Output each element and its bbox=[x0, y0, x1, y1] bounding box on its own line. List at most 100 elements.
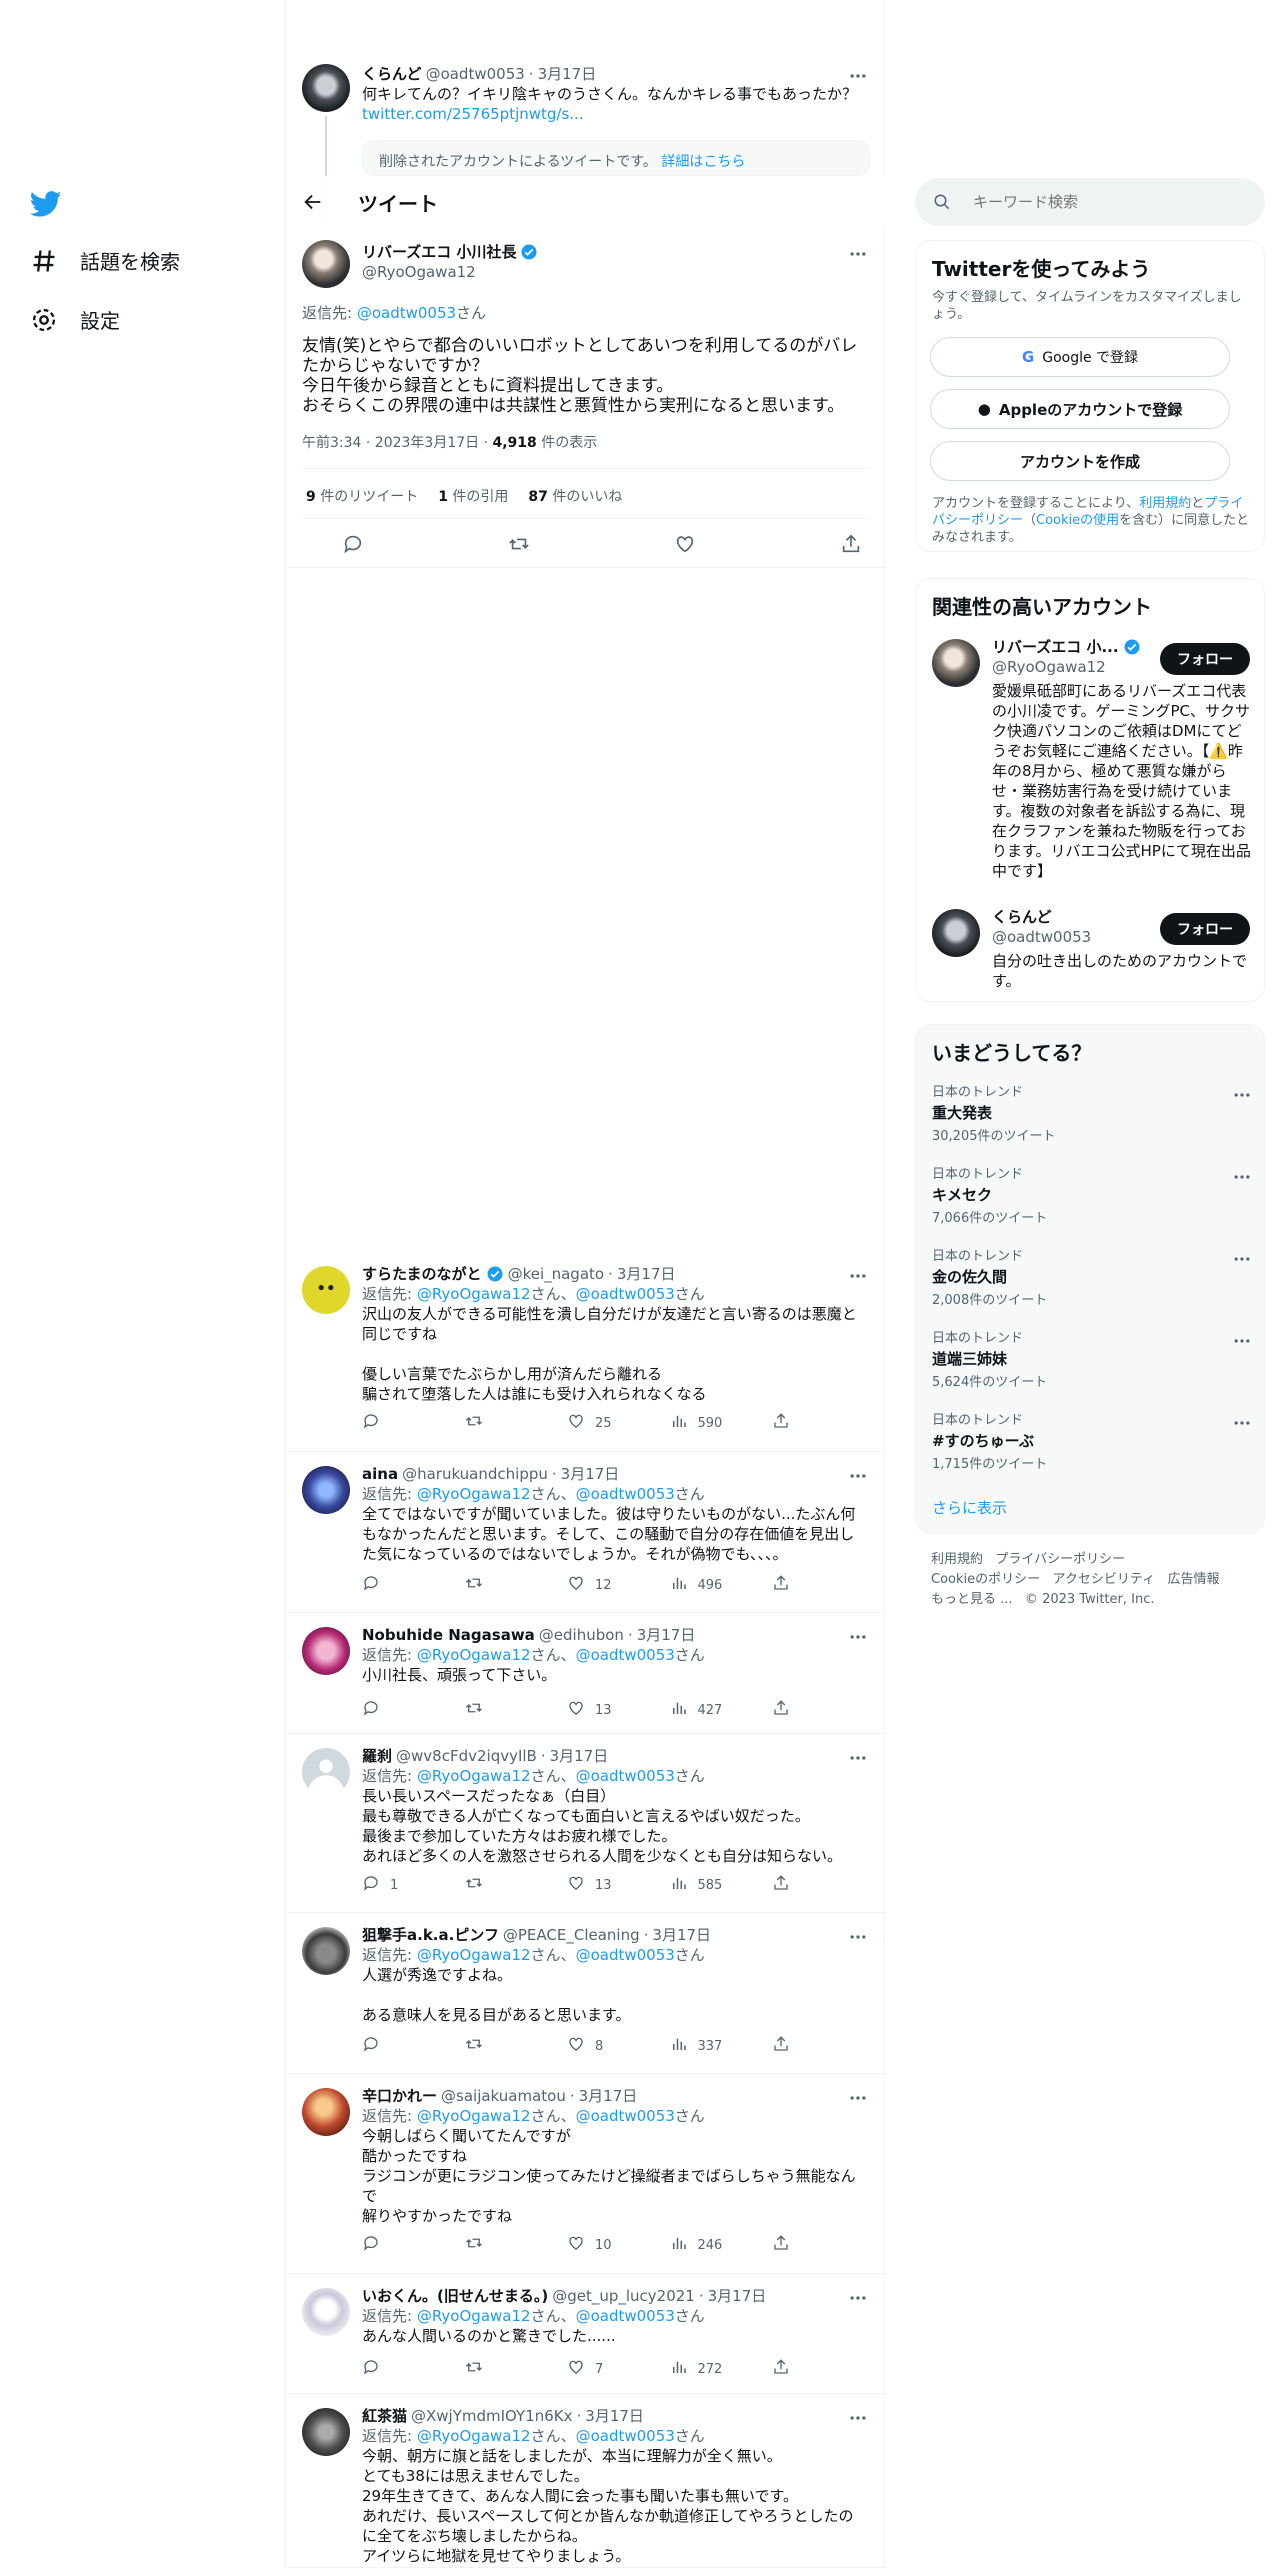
nav-settings[interactable]: 設定 bbox=[30, 305, 120, 334]
avatar[interactable] bbox=[302, 64, 350, 112]
views-button[interactable]: 590 bbox=[670, 1412, 730, 1434]
retweet-button[interactable] bbox=[465, 1574, 525, 1596]
retweet-button[interactable] bbox=[465, 1874, 525, 1896]
search-box[interactable] bbox=[915, 178, 1265, 226]
more-icon[interactable] bbox=[1232, 1167, 1252, 1187]
reply-to-link[interactable]: @oadtw0053 bbox=[576, 1946, 675, 1964]
share-icon[interactable] bbox=[840, 533, 862, 555]
related-account[interactable]: くらんど @oadtw0053 フォロー 自分の吐き出しのためのアカウントです。 bbox=[916, 905, 1266, 995]
reply-author-name[interactable]: いおくん。(旧せんせまる。) bbox=[362, 2286, 548, 2306]
reply-tweet[interactable]: 羅刹 @wv8cFdv2iqvyIlB · 3月17日 返信先: @RyoOgawa12… bbox=[286, 1734, 886, 1913]
show-more-link[interactable]: さらに表示 bbox=[932, 1497, 1007, 1518]
related-account-name[interactable]: くらんど bbox=[992, 907, 1091, 927]
avatar[interactable] bbox=[302, 2408, 350, 2456]
reply-author-handle[interactable]: @wv8cFdv2iqvyIlB bbox=[396, 1746, 537, 1766]
avatar[interactable] bbox=[302, 1627, 350, 1675]
views-button[interactable]: 585 bbox=[670, 1874, 730, 1896]
avatar[interactable] bbox=[932, 639, 980, 687]
tweet-timestamp[interactable]: 午前3:34 · 2023年3月17日 · bbox=[302, 435, 493, 451]
nav-explore[interactable]: 話題を検索 bbox=[30, 246, 180, 275]
search-input[interactable] bbox=[971, 192, 1241, 212]
reply-date[interactable]: 3月17日 bbox=[708, 2286, 767, 2306]
more-icon[interactable] bbox=[1232, 1413, 1252, 1433]
more-icon[interactable] bbox=[848, 2408, 868, 2428]
footer-link[interactable]: 広告情報 bbox=[1168, 1572, 1220, 1587]
share-button[interactable] bbox=[772, 1874, 792, 1896]
reply-to-link[interactable]: @oadtw0053 bbox=[576, 2427, 675, 2445]
reply-to-link[interactable]: @oadtw0053 bbox=[576, 2107, 675, 2125]
like-button[interactable]: 13 bbox=[567, 1874, 627, 1896]
reply-to-link[interactable]: @oadtw0053 bbox=[357, 304, 456, 322]
retweet-button[interactable] bbox=[465, 2234, 525, 2256]
avatar[interactable] bbox=[932, 909, 980, 957]
reply-tweet[interactable]: 辛口かれー @saijakuamatou · 3月17日 返信先: @RyoOgawa1… bbox=[286, 2074, 886, 2274]
more-icon[interactable] bbox=[848, 1748, 868, 1768]
reply-tweet[interactable]: Nobuhide Nagasawa @edihubon · 3月17日 返信先: @Ry… bbox=[286, 1613, 886, 1734]
reply-to-link[interactable]: @oadtw0053 bbox=[576, 2307, 675, 2325]
retweet-stat[interactable]: 9 件のリツイート bbox=[306, 486, 418, 506]
reply-to-link[interactable]: @RyoOgawa12 bbox=[417, 1485, 531, 1503]
more-icon[interactable] bbox=[848, 2288, 868, 2308]
reply-button[interactable] bbox=[362, 2234, 422, 2256]
like-button[interactable]: 8 bbox=[567, 2035, 627, 2057]
reply-date[interactable]: 3月17日 bbox=[617, 1264, 676, 1284]
more-icon[interactable] bbox=[1232, 1085, 1252, 1105]
tweet-link[interactable]: twitter.com/25765ptjnwtg/s... bbox=[362, 104, 867, 124]
footer-link[interactable]: もっと見る ... bbox=[931, 1592, 1013, 1607]
follow-button[interactable]: フォロー bbox=[1160, 913, 1250, 945]
reply-to-link[interactable]: @RyoOgawa12 bbox=[417, 1767, 531, 1785]
reply-to-link[interactable]: @oadtw0053 bbox=[576, 1485, 675, 1503]
tweet-author-handle[interactable]: @oadtw0053 bbox=[426, 64, 525, 84]
avatar[interactable] bbox=[302, 1266, 350, 1314]
reply-date[interactable]: 3月17日 bbox=[561, 1464, 620, 1484]
footer-link[interactable]: アクセシビリティ bbox=[1053, 1572, 1156, 1587]
reply-author-name[interactable]: 紅茶猫 bbox=[362, 2406, 407, 2426]
views-button[interactable]: 246 bbox=[670, 2234, 730, 2256]
like-button[interactable]: 10 bbox=[567, 2234, 627, 2256]
footer-link[interactable]: プライバシーポリシー bbox=[995, 1552, 1125, 1567]
cookie-link[interactable]: Cookieの使用 bbox=[1036, 513, 1119, 528]
reply-author-handle[interactable]: @PEACE_Cleaning bbox=[503, 1925, 640, 1945]
reply-tweet[interactable]: すらたまのながと @kei_nagato · 3月17日 返信先: @RyoOgawa1… bbox=[286, 1252, 886, 1452]
reply-author-name[interactable]: aina bbox=[362, 1464, 398, 1484]
quote-stat[interactable]: 1 件の引用 bbox=[438, 486, 508, 506]
trend-item[interactable]: 日本のトレンド キメセク 7,066件のツイート bbox=[932, 1163, 1252, 1226]
related-account-name[interactable]: リバーズエコ 小... bbox=[992, 637, 1119, 657]
reply-author-name[interactable]: 羅刹 bbox=[362, 1746, 392, 1766]
reply-to-link[interactable]: @RyoOgawa12 bbox=[417, 1646, 531, 1664]
like-icon[interactable] bbox=[674, 533, 696, 555]
reply-to-link[interactable]: @RyoOgawa12 bbox=[417, 1285, 531, 1303]
reply-author-handle[interactable]: @get_up_lucy2021 bbox=[552, 2286, 695, 2306]
more-icon[interactable] bbox=[848, 1627, 868, 1647]
like-button[interactable]: 7 bbox=[567, 2358, 627, 2380]
like-button[interactable]: 12 bbox=[567, 1574, 627, 1596]
reply-author-handle[interactable]: @kei_nagato bbox=[508, 1264, 605, 1284]
reply-to-link[interactable]: @oadtw0053 bbox=[576, 1646, 675, 1664]
share-button[interactable] bbox=[772, 1412, 792, 1434]
footer-link[interactable]: 利用規約 bbox=[931, 1552, 983, 1567]
reply-date[interactable]: 3月17日 bbox=[637, 1625, 696, 1645]
google-signup-button[interactable]: G Google で登録 bbox=[930, 337, 1230, 377]
retweet-button[interactable] bbox=[465, 2035, 525, 2057]
more-icon[interactable] bbox=[848, 66, 868, 86]
avatar[interactable] bbox=[302, 1748, 350, 1796]
follow-button[interactable]: フォロー bbox=[1160, 643, 1250, 675]
reply-button[interactable] bbox=[362, 1412, 422, 1434]
views-button[interactable]: 272 bbox=[670, 2358, 730, 2380]
reply-icon[interactable] bbox=[342, 533, 364, 555]
back-arrow-icon[interactable] bbox=[302, 191, 324, 213]
views-button[interactable]: 427 bbox=[670, 1699, 730, 1721]
reply-button[interactable] bbox=[362, 1699, 422, 1721]
reply-button[interactable] bbox=[362, 1574, 422, 1596]
avatar[interactable] bbox=[302, 1927, 350, 1975]
related-account-handle[interactable]: @RyoOgawa12 bbox=[992, 657, 1152, 677]
tweet-date[interactable]: 3月17日 bbox=[538, 64, 597, 84]
avatar[interactable] bbox=[302, 2088, 350, 2136]
reply-date[interactable]: 3月17日 bbox=[579, 2086, 638, 2106]
more-icon[interactable] bbox=[848, 1266, 868, 1286]
reply-author-name[interactable]: 狙撃手a.k.a.ピンフ bbox=[362, 1925, 499, 1945]
reply-to-link[interactable]: @RyoOgawa12 bbox=[417, 1946, 531, 1964]
more-icon[interactable] bbox=[848, 1927, 868, 1947]
avatar[interactable] bbox=[302, 2288, 350, 2336]
reply-to-link[interactable]: @oadtw0053 bbox=[576, 1767, 675, 1785]
